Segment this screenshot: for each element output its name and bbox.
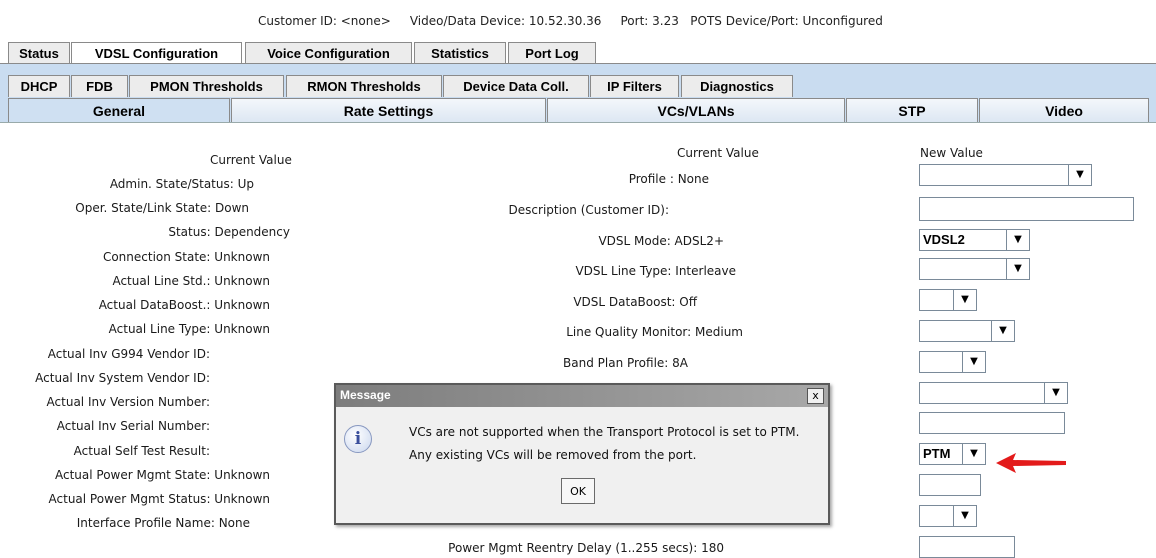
chevron-down-icon: ▼ xyxy=(1068,165,1091,185)
chevron-down-icon: ▼ xyxy=(962,444,985,464)
vdsl-line-type-dropdown[interactable]: ▼ xyxy=(919,258,1030,280)
tab-dhcp[interactable]: DHCP xyxy=(8,75,70,97)
vdsl-mode-value: VDSL2 xyxy=(923,232,965,247)
device-info-text: Customer ID: <none> Video/Data Device: 1… xyxy=(258,14,883,28)
chevron-down-icon: ▼ xyxy=(962,352,985,372)
connection-state-row: Connection State: Unknown xyxy=(102,250,270,264)
line-quality-monitor-row: Line Quality Monitor: Medium xyxy=(566,325,743,339)
dialog-title-bar: Message x xyxy=(336,385,828,407)
small-dropdown[interactable]: ▼ xyxy=(919,505,977,527)
unlabeled-dropdown[interactable]: ▼ xyxy=(919,382,1068,404)
tab-statistics[interactable]: Statistics xyxy=(414,42,506,64)
tab-status[interactable]: Status xyxy=(8,42,70,64)
power-mgmt-status-row: Actual Power Mgmt Status: Unknown xyxy=(48,492,270,506)
version-number-row: Actual Inv Version Number: xyxy=(46,395,210,409)
profile-row: Profile : None xyxy=(628,172,709,186)
new-value-header: New Value xyxy=(920,146,983,160)
vdsl-mode-row: VDSL Mode: ADSL2+ xyxy=(598,234,724,248)
tab-vdsl-configuration[interactable]: VDSL Configuration xyxy=(71,42,242,65)
status-row: Status: Dependency xyxy=(168,225,290,239)
serial-number-row: Actual Inv Serial Number: xyxy=(56,419,210,433)
actual-line-std-row: Actual Line Std.: Unknown xyxy=(112,274,270,288)
chevron-down-icon: ▼ xyxy=(953,506,976,526)
vdsl-mode-dropdown[interactable]: VDSL2 ▼ xyxy=(919,229,1030,251)
mid-current-value-header: Current Value xyxy=(677,146,759,160)
tab-general[interactable]: General xyxy=(8,98,230,122)
g994-vendor-id-row: Actual Inv G994 Vendor ID: xyxy=(47,347,210,361)
actual-databoost-row: Actual DataBoost.: Unknown xyxy=(98,298,270,312)
sub-tab-row: DHCP FDB PMON Thresholds RMON Thresholds… xyxy=(0,75,1156,97)
tab-pmon-thresholds[interactable]: PMON Thresholds xyxy=(129,75,284,97)
close-icon[interactable]: x xyxy=(807,388,824,404)
red-arrow-icon xyxy=(996,453,1066,473)
vdsl-line-type-row: VDSL Line Type: Interleave xyxy=(575,264,736,278)
tab-rate-settings[interactable]: Rate Settings xyxy=(231,98,546,122)
unlabeled-input[interactable] xyxy=(919,412,1065,434)
tab-port-log[interactable]: Port Log xyxy=(508,42,596,64)
ok-button[interactable]: OK xyxy=(561,478,595,504)
tab-fdb[interactable]: FDB xyxy=(71,75,128,97)
oper-state-row: Oper. State/Link State: Down xyxy=(75,201,249,215)
description-row: Description (Customer ID): xyxy=(508,203,669,217)
chevron-down-icon: ▼ xyxy=(953,290,976,310)
actual-line-type-row: Actual Line Type: Unknown xyxy=(108,322,270,336)
self-test-result-row: Actual Self Test Result: xyxy=(73,444,210,458)
tab-voice-configuration[interactable]: Voice Configuration xyxy=(245,42,412,64)
description-input[interactable] xyxy=(919,197,1134,221)
chevron-down-icon: ▼ xyxy=(1006,230,1029,250)
transport-protocol-value: PTM xyxy=(923,446,951,461)
transport-protocol-dropdown[interactable]: PTM ▼ xyxy=(919,443,986,465)
tab-diagnostics[interactable]: Diagnostics xyxy=(681,75,793,97)
tab-stp[interactable]: STP xyxy=(846,98,978,122)
power-mgmt-state-row: Actual Power Mgmt State: Unknown xyxy=(54,468,270,482)
chevron-down-icon: ▼ xyxy=(991,321,1014,341)
line-quality-dropdown[interactable]: ▼ xyxy=(919,320,1015,342)
admin-state-row: Admin. State/Status: Up xyxy=(109,177,254,191)
message-dialog: Message x i VCs are not supported when t… xyxy=(334,383,830,525)
profile-dropdown[interactable]: ▼ xyxy=(919,164,1092,186)
tab-video[interactable]: Video xyxy=(979,98,1149,122)
tab-ip-filters[interactable]: IP Filters xyxy=(590,75,679,97)
chevron-down-icon: ▼ xyxy=(1006,259,1029,279)
interface-profile-row: Interface Profile Name: None xyxy=(76,516,250,530)
reentry-delay-input[interactable] xyxy=(919,536,1015,558)
tab-device-data-coll[interactable]: Device Data Coll. xyxy=(443,75,589,97)
band-plan-profile-row: Band Plan Profile: 8A xyxy=(563,356,688,370)
info-bar: Customer ID: <none> Video/Data Device: 1… xyxy=(0,0,1156,42)
small-input[interactable] xyxy=(919,474,981,496)
main-tab-row: Status VDSL Configuration Voice Configur… xyxy=(0,42,1156,65)
vdsl-databoost-dropdown[interactable]: ▼ xyxy=(919,289,977,311)
dialog-message-line2: Any existing VCs will be removed from th… xyxy=(409,448,697,462)
general-tab-row: General Rate Settings VCs/VLANs STP Vide… xyxy=(0,98,1156,122)
tab-vcs-vlans[interactable]: VCs/VLANs xyxy=(547,98,845,122)
dialog-title: Message xyxy=(340,388,391,402)
dialog-message-line1: VCs are not supported when the Transport… xyxy=(409,425,800,439)
power-mgmt-reentry-row: Power Mgmt Reentry Delay (1..255 secs): … xyxy=(448,541,724,555)
chevron-down-icon: ▼ xyxy=(1044,383,1067,403)
info-icon: i xyxy=(344,425,372,453)
system-vendor-id-row: Actual Inv System Vendor ID: xyxy=(35,371,210,385)
band-plan-dropdown[interactable]: ▼ xyxy=(919,351,986,373)
vdsl-databoost-row: VDSL DataBoost: Off xyxy=(573,295,697,309)
left-current-value-header: Current Value xyxy=(210,153,292,167)
tab-rmon-thresholds[interactable]: RMON Thresholds xyxy=(286,75,442,97)
